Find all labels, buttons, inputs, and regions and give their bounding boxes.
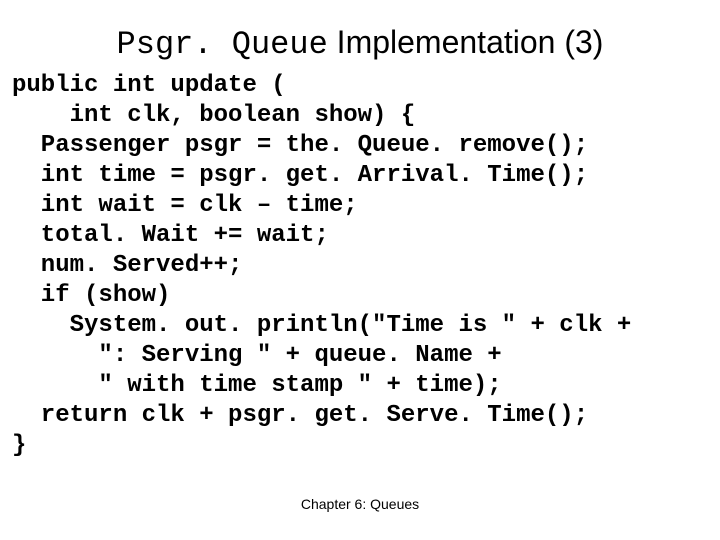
code-line: total. Wait += wait; xyxy=(12,222,329,249)
code-line: return clk + psgr. get. Serve. Time(); xyxy=(12,402,588,429)
code-line: public int update ( xyxy=(12,72,286,99)
code-line: " with time stamp " + time); xyxy=(12,372,502,399)
code-line: num. Served++; xyxy=(12,252,242,279)
code-line: System. out. println("Time is " + clk + xyxy=(12,312,631,339)
code-line: ": Serving " + queue. Name + xyxy=(12,342,502,369)
code-line: if (show) xyxy=(12,282,170,309)
code-line: int clk, boolean show) { xyxy=(12,102,415,129)
code-line: int time = psgr. get. Arrival. Time(); xyxy=(12,162,588,189)
slide-footer: Chapter 6: Queues xyxy=(0,496,720,512)
title-mono-part: Psgr. Queue xyxy=(117,26,328,63)
title-rest: Implementation (3) xyxy=(328,24,604,60)
code-line: int wait = clk – time; xyxy=(12,192,358,219)
slide-title: Psgr. Queue Implementation (3) xyxy=(0,0,720,71)
code-line: } xyxy=(12,432,26,459)
code-line: Passenger psgr = the. Queue. remove(); xyxy=(12,132,588,159)
slide: Psgr. Queue Implementation (3) public in… xyxy=(0,0,720,540)
code-block: public int update ( int clk, boolean sho… xyxy=(0,71,720,461)
